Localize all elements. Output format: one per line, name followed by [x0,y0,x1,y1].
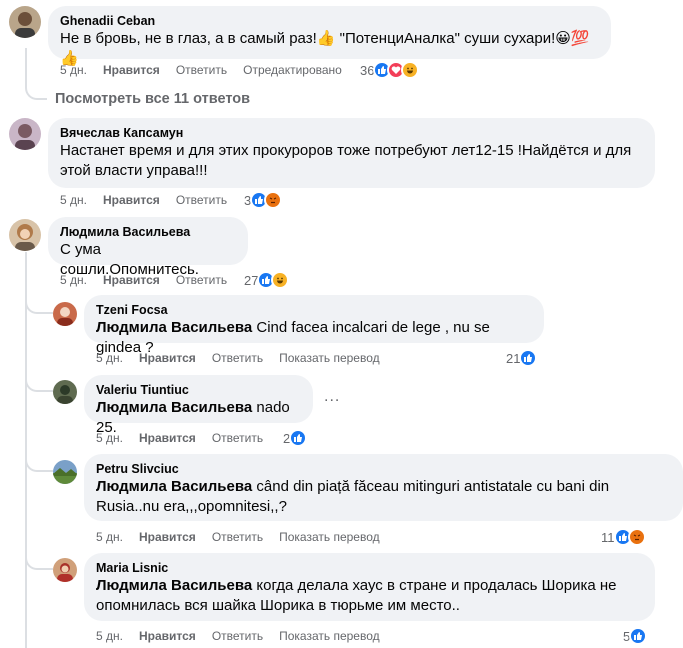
comment-actions: 5 дн. Нравится Ответить [60,272,243,288]
reply-actions: 5 дн. Нравится Ответить Показать перевод [96,628,396,644]
comment-text-line: Настанет время и для этих прокуроров тож… [60,142,632,159]
reply-button[interactable]: Ответить [176,272,227,288]
mention-link[interactable]: Людмила Васильева [96,577,252,594]
mention-link[interactable]: Людмила Васильева [96,399,252,416]
angry-reaction-icon [264,191,283,209]
reaction-summary[interactable]: 3 [244,191,283,209]
comment-bubble: Ghenadii Ceban Не в бровь, не в глаз, а … [48,6,611,67]
like-button[interactable]: Нравится [139,350,196,366]
reaction-summary[interactable]: 5 [623,627,648,645]
reply-text-line: опомнилась вся шайка Шорика в тюрьме им … [96,597,460,614]
reaction-count: 11 [601,529,615,545]
reply-actions: 5 дн. Нравится Ответить Показать перевод [96,350,396,366]
like-button[interactable]: Нравится [139,430,196,446]
thread-elbow-1 [25,80,47,100]
reply-text: Людмила Васильева когда делала хаус в ст… [96,576,643,596]
reply-author[interactable]: Tzeni Focsa [96,302,532,318]
reply-bubble: Petru Slivciuc Людмила Васильева când di… [84,454,683,521]
reaction-count: 21 [506,350,521,366]
like-button[interactable]: Нравится [139,529,196,545]
reply-time[interactable]: 5 дн. [96,628,123,644]
haha-reaction-icon [401,61,420,79]
comment-actions: 5 дн. Нравится Ответить Отредактировано [60,62,358,78]
reaction-summary[interactable]: 2 [283,429,308,447]
avatar[interactable] [9,118,41,150]
reply-button[interactable]: Ответить [212,628,263,644]
comment-text-line: этой власти управа!!! [60,162,208,179]
avatar[interactable] [53,558,77,582]
reply-time[interactable]: 5 дн. [96,529,123,545]
reply-bubble: Valeriu Tiuntiuc Людмила Васильева nado … [84,375,313,436]
reply-time[interactable]: 5 дн. [96,430,123,446]
comment-author[interactable]: Вячеслав Капсамун [60,125,643,141]
like-button[interactable]: Нравится [103,192,160,208]
mention-link[interactable]: Людмила Васильева [96,319,252,336]
comment-time[interactable]: 5 дн. [60,272,87,288]
avatar[interactable] [53,302,77,326]
avatar[interactable] [9,6,41,38]
show-translation-link[interactable]: Показать перевод [279,350,380,366]
comment-author[interactable]: Ghenadii Ceban [60,13,599,29]
reply-text-body: когда делала хаус в стране и продалась Ш… [252,577,617,594]
reply-actions: 5 дн. Нравится Ответить Показать перевод [96,529,396,545]
avatar[interactable] [9,219,41,251]
reply-author[interactable]: Valeriu Tiuntiuc [96,382,301,398]
like-reaction-icon [519,349,538,367]
reaction-count: 27 [244,272,259,288]
reaction-summary[interactable]: 21 [506,349,538,367]
like-reaction-icon [629,627,648,645]
show-translation-link[interactable]: Показать перевод [279,529,380,545]
mention-link[interactable]: Людмила Васильева [96,478,252,495]
reaction-summary[interactable]: 36 [360,61,420,79]
reply-text-body: când din piață făceau mitinguri antistat… [252,478,610,495]
like-button[interactable]: Нравится [103,62,160,78]
thread-elbow-reply-2 [25,372,53,392]
reply-button[interactable]: Ответить [212,350,263,366]
angry-reaction-icon [627,528,646,546]
avatar[interactable] [53,460,77,484]
comment-time[interactable]: 5 дн. [60,62,87,78]
reaction-summary[interactable]: 11 [601,528,646,546]
reply-button[interactable]: Ответить [212,430,263,446]
comment-actions: 5 дн. Нравится Ответить [60,192,243,208]
view-all-replies-link[interactable]: Посмотреть все 11 ответов [55,91,250,107]
reply-button[interactable]: Ответить [212,529,263,545]
reply-button[interactable]: Ответить [176,192,227,208]
like-button[interactable]: Нравится [139,628,196,644]
reply-time[interactable]: 5 дн. [96,350,123,366]
thread-line-3 [25,252,27,648]
comment-author[interactable]: Людмила Васильева [60,224,236,240]
comment-bubble: Вячеслав Капсамун Настанет время и для э… [48,118,655,188]
haha-reaction-icon [271,271,290,289]
reply-bubble: Tzeni Focsa Людмила Васильева Cind facea… [84,295,544,356]
reply-actions: 5 дн. Нравится Ответить [96,430,279,446]
show-translation-link[interactable]: Показать перевод [279,628,380,644]
like-reaction-icon [289,429,308,447]
more-options-icon[interactable]: ... [324,388,340,406]
reply-text: Людмила Васильева când din piață făceau … [96,477,671,497]
thread-elbow-reply-3 [25,452,53,472]
reply-author[interactable]: Maria Lisnic [96,560,643,576]
like-button[interactable]: Нравится [103,272,160,288]
avatar[interactable] [53,380,77,404]
thread-elbow-reply-4 [25,550,53,570]
reaction-summary[interactable]: 27 [244,271,290,289]
reply-bubble: Maria Lisnic Людмила Васильева когда дел… [84,553,655,621]
reply-author[interactable]: Petru Slivciuc [96,461,671,477]
comment-bubble: Людмила Васильева С ума сошли.Опомнитесь… [48,217,248,278]
reply-text-line: Rusia..nu era,,,opomnitesi,,? [96,498,287,515]
reaction-count: 36 [360,62,375,78]
comment-time[interactable]: 5 дн. [60,192,87,208]
thread-elbow-reply-1 [25,296,53,314]
reply-button[interactable]: Ответить [176,62,227,78]
edited-label: Отредактировано [243,63,342,77]
